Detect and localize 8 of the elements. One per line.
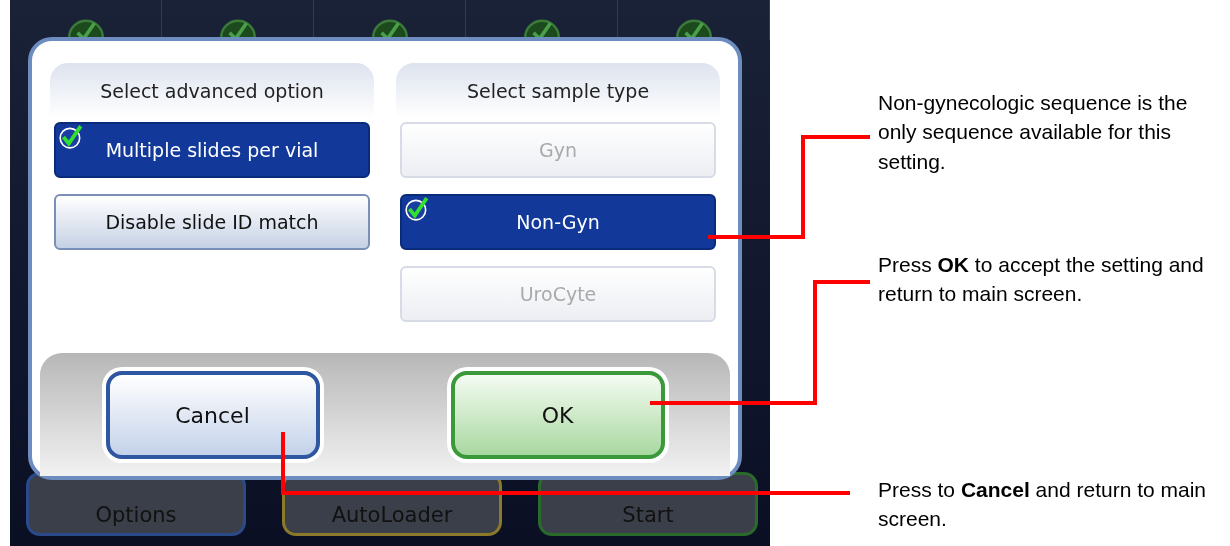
check-icon — [404, 196, 430, 222]
check-icon — [58, 124, 84, 150]
callout-text: Press OK to accept the setting and return to main screen. — [878, 252, 1205, 308]
callout-text: Press to Cancel and return to main screen. — [878, 477, 1207, 533]
option-button[interactable]: Non-Gyn — [400, 194, 716, 250]
callout-text: Non-gynecologic sequence is the only sequence available for this setting. — [878, 90, 1189, 175]
option-button[interactable]: Disable slide ID match — [54, 194, 370, 250]
option-button[interactable]: Multiple slides per vial — [54, 122, 370, 178]
